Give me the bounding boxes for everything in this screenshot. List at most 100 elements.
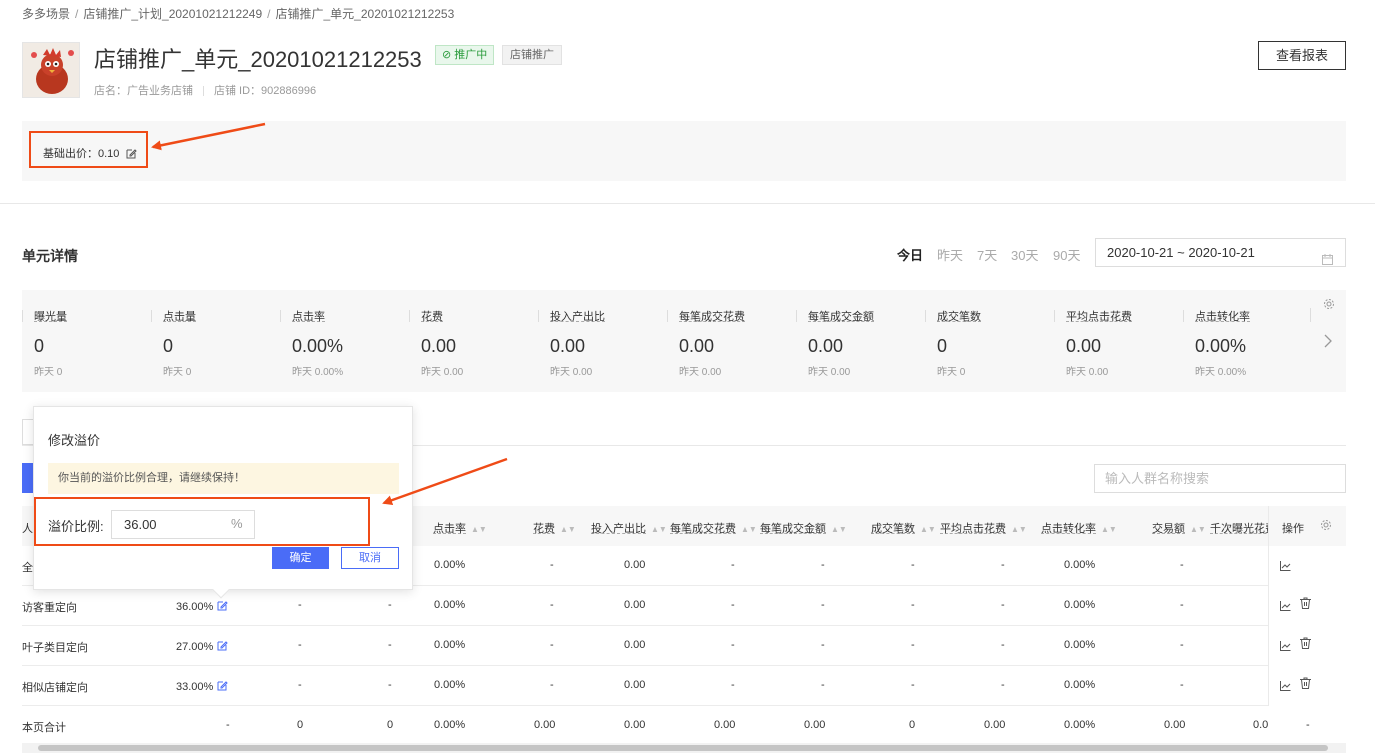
- sort-icon[interactable]: ▲▼: [560, 525, 576, 535]
- cell-cpo: 0.00: [714, 719, 736, 731]
- stat-yesterday: 昨天 0.00: [550, 367, 593, 378]
- audience-search-input[interactable]: 输入人群名称搜索: [1094, 464, 1346, 493]
- cell-roi: 0.00: [624, 719, 646, 731]
- sort-icon[interactable]: ▲▼: [651, 525, 667, 535]
- cell-clicks: -: [388, 679, 392, 691]
- breadcrumb-item[interactable]: 店铺推广_计划_20201021212249: [83, 7, 262, 21]
- shop-meta: 店名：广告业务店铺 店铺 ID：902886996: [94, 82, 316, 98]
- row-divider: [22, 705, 1346, 706]
- chart-icon[interactable]: [1280, 560, 1291, 574]
- column-header[interactable]: 每笔成交金额 ▲▼: [760, 520, 847, 536]
- row-ops: [1268, 546, 1346, 586]
- breadcrumb-item: 店铺推广_单元_20201021212253: [275, 7, 455, 21]
- column-header[interactable]: 交易额 ▲▼: [1152, 520, 1206, 536]
- chevron-right-icon[interactable]: [1324, 334, 1332, 351]
- column-header[interactable]: 点击转化率 ▲▼: [1041, 520, 1117, 536]
- range-7d[interactable]: 7天: [977, 245, 997, 264]
- stat-yesterday: 昨天 0: [163, 367, 192, 378]
- range-30d[interactable]: 30天: [1011, 245, 1038, 264]
- stat-label[interactable]: 点击转化率: [1183, 308, 1308, 324]
- settings-icon[interactable]: [1323, 298, 1335, 313]
- trash-icon[interactable]: [1300, 637, 1311, 652]
- stat-yesterday: 昨天 0: [937, 367, 966, 378]
- stat-card: 每笔成交金额 0.00 昨天 0.00: [796, 308, 921, 378]
- cancel-button[interactable]: 取消: [341, 547, 399, 569]
- stat-label[interactable]: 每笔成交金额: [796, 308, 921, 324]
- cell-ctr: 0.00%: [434, 599, 466, 611]
- stat-label[interactable]: 点击量: [151, 308, 276, 324]
- column-header[interactable]: 点击率 ▲▼: [433, 520, 487, 536]
- stat-label[interactable]: 花费: [409, 308, 534, 324]
- date-range-picker[interactable]: 2020-10-21 ~ 2020-10-21: [1095, 238, 1346, 267]
- range-90d[interactable]: 90天: [1053, 245, 1080, 264]
- stat-label[interactable]: 投入产出比: [538, 308, 663, 324]
- trash-icon[interactable]: [1300, 677, 1311, 692]
- cell-cvr: 0.00%: [1064, 639, 1096, 651]
- stat-yesterday: 昨天 0.00: [679, 367, 722, 378]
- breadcrumb-item[interactable]: 多多场景: [22, 7, 70, 21]
- chart-icon[interactable]: [1280, 600, 1291, 614]
- column-header-label: 点击率: [433, 523, 466, 535]
- cell-orders: -: [911, 679, 915, 691]
- sort-icon[interactable]: ▲▼: [1011, 525, 1027, 535]
- cell-impressions: -: [298, 639, 302, 651]
- stat-card: 投入产出比 0.00 昨天 0.00: [538, 308, 663, 378]
- edit-icon[interactable]: [217, 599, 229, 613]
- trash-icon[interactable]: [1300, 597, 1311, 612]
- premium-value: 33.00%: [176, 681, 214, 693]
- cell-orders: 0: [909, 719, 916, 731]
- stat-value: 0.00%: [1195, 336, 1247, 356]
- sort-icon[interactable]: ▲▼: [471, 525, 487, 535]
- confirm-button[interactable]: 确定: [272, 547, 329, 569]
- stat-label[interactable]: 曝光量: [22, 308, 147, 324]
- cell-ctr: 0.00%: [434, 679, 466, 691]
- cell-cpc: -: [1001, 679, 1005, 691]
- chart-icon[interactable]: [1280, 640, 1291, 654]
- view-report-button[interactable]: 查看报表: [1258, 41, 1346, 70]
- edit-icon[interactable]: [217, 639, 229, 653]
- premium-value: 36.00%: [176, 601, 214, 613]
- stat-value: 0.00: [550, 336, 586, 356]
- stat-yesterday: 昨天 0.00: [421, 367, 464, 378]
- sort-icon[interactable]: ▲▼: [831, 525, 847, 535]
- cell-aov: -: [821, 679, 825, 691]
- stat-label[interactable]: 每笔成交花费: [667, 308, 792, 324]
- cell-ctr: 0.00%: [434, 639, 466, 651]
- cell-roi: 0.00: [624, 639, 646, 651]
- range-yesterday[interactable]: 昨天: [937, 245, 963, 264]
- stat-value: 0.00: [808, 336, 844, 356]
- cell-cost: -: [550, 639, 554, 651]
- column-header[interactable]: 投入产出比 ▲▼: [591, 520, 667, 536]
- stat-label[interactable]: 平均点击花费: [1054, 308, 1179, 324]
- sort-icon[interactable]: ▲▼: [1101, 525, 1117, 535]
- edit-icon[interactable]: [217, 679, 229, 693]
- cell-orders: -: [911, 639, 915, 651]
- row-ops: [1268, 586, 1346, 626]
- sort-icon[interactable]: ▲▼: [741, 525, 757, 535]
- chart-icon[interactable]: [1280, 680, 1291, 694]
- cell-gmv: -: [1180, 679, 1184, 691]
- cell-clicks: -: [388, 639, 392, 651]
- shop-avatar: [22, 42, 80, 98]
- column-header-label: 成交笔数: [871, 523, 915, 535]
- column-header[interactable]: 千次曝光花费: [1210, 520, 1268, 536]
- scrollbar-thumb[interactable]: [38, 745, 1328, 751]
- cell-aov: -: [821, 559, 825, 571]
- divider: [203, 86, 204, 97]
- range-today[interactable]: 今日: [897, 245, 923, 264]
- sort-icon[interactable]: ▲▼: [1190, 525, 1206, 535]
- cell-premium: 33.00%: [176, 679, 229, 693]
- settings-icon[interactable]: [1320, 519, 1332, 534]
- sort-icon[interactable]: ▲▼: [920, 525, 936, 535]
- status-badge: ⊘ 推广中: [435, 45, 495, 65]
- stat-label[interactable]: 点击率: [280, 308, 405, 324]
- column-header[interactable]: 成交笔数 ▲▼: [871, 520, 936, 536]
- column-header[interactable]: 花费 ▲▼: [533, 520, 576, 536]
- column-header[interactable]: 每笔成交花费 ▲▼: [670, 520, 757, 536]
- stat-label[interactable]: 成交笔数: [925, 308, 1050, 324]
- row-divider: [22, 665, 1346, 666]
- cell-cpo: -: [731, 679, 735, 691]
- type-badge: 店铺推广: [502, 45, 562, 65]
- cell-cpc: -: [1001, 559, 1005, 571]
- column-header[interactable]: 平均点击花费 ▲▼: [940, 520, 1027, 536]
